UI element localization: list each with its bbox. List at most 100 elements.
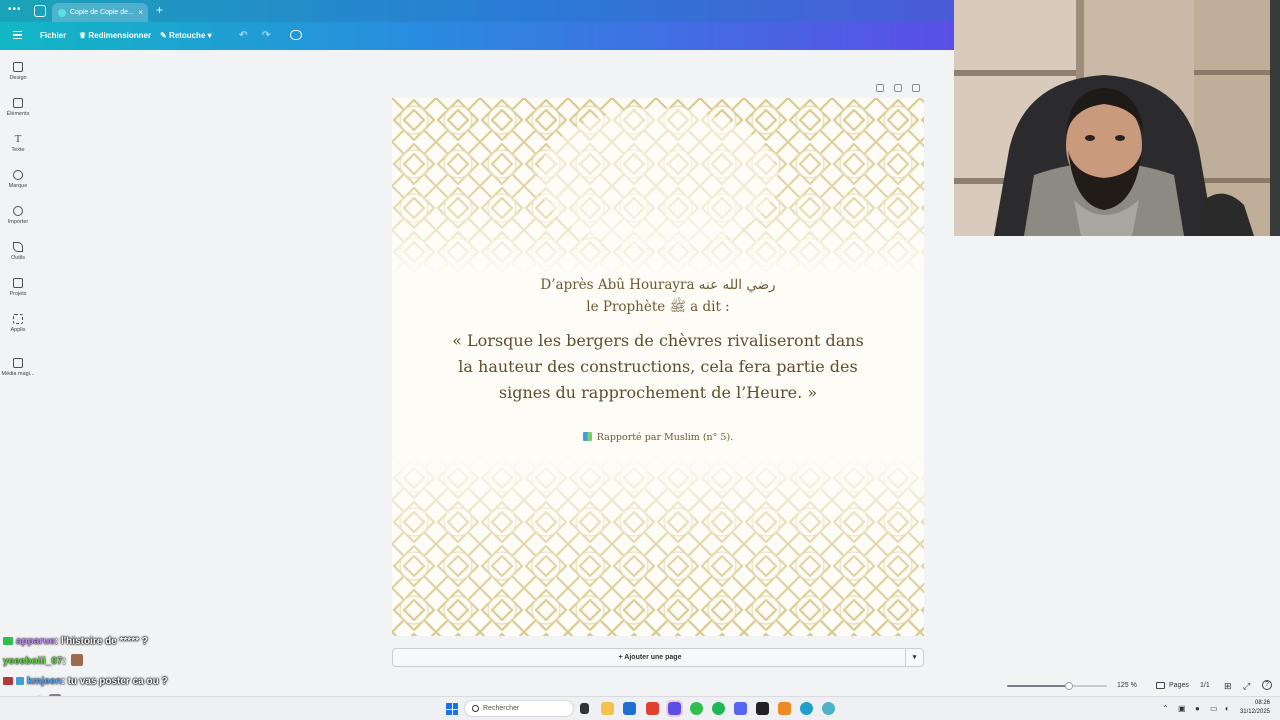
sidebar-item-magic-media[interactable]: Média magi...: [0, 358, 36, 388]
tray-expand-icon[interactable]: ⌃: [1162, 704, 1169, 713]
sidebar-item-label: Design: [9, 75, 27, 81]
browser-tab-strip: ••• Copie de Copie de... × +: [0, 0, 954, 22]
apps-icon: [13, 314, 23, 324]
chevron-down-icon[interactable]: ▾: [905, 649, 923, 666]
pen-icon: [13, 242, 23, 252]
book-icon: [582, 432, 592, 441]
sidebar-item-tools[interactable]: Outils: [0, 242, 36, 272]
taskbar-search[interactable]: Rechercher: [464, 700, 574, 717]
left-sidebar: Design Éléments T Texte Marque Importer …: [0, 50, 36, 700]
sidebar-item-label: Éléments: [6, 111, 30, 117]
store-icon[interactable]: [623, 702, 636, 715]
brand-icon: [13, 170, 23, 180]
webcam-feed: [954, 0, 1280, 236]
emote-icon: [70, 654, 83, 666]
windows-taskbar: Rechercher ⌃ ▣ ● ▭ ◖ 08:26 31/12/2025: [0, 696, 1280, 720]
cloud-save-icon[interactable]: [290, 30, 302, 40]
resize-button[interactable]: ♛ Redimensionner: [79, 31, 151, 40]
obs-icon[interactable]: [756, 702, 769, 715]
network-icon[interactable]: ▭: [1210, 704, 1218, 713]
clock-date: 31/12/2025: [1239, 709, 1270, 715]
shapes-icon: [13, 98, 23, 108]
upload-icon: [13, 206, 23, 216]
file-explorer-icon[interactable]: [601, 702, 614, 715]
sidebar-item-label: Projets: [9, 291, 27, 297]
home-icon[interactable]: [34, 5, 46, 17]
start-button[interactable]: [446, 703, 458, 715]
pages-icon: [1156, 682, 1165, 689]
chat-badge-icon: [16, 676, 24, 685]
resize-label: Redimensionner: [88, 31, 152, 40]
design-page[interactable]: D’après Abû Hourayra رضي الله عنه le Pro…: [392, 98, 924, 636]
undo-button[interactable]: ↶: [239, 30, 247, 41]
retouch-button[interactable]: ✎ Retouche ▾: [160, 31, 212, 40]
folder-icon: [13, 278, 23, 288]
browser-tab[interactable]: Copie de Copie de... ×: [52, 3, 148, 22]
hadith-quote: « Lorsque les bergers de chèvres rivalis…: [452, 331, 864, 402]
page-count: 1/1: [1200, 682, 1210, 689]
browser-tab-title: Copie de Copie de...: [70, 9, 134, 16]
help-icon[interactable]: ?: [1262, 680, 1272, 690]
new-tab-button[interactable]: +: [156, 3, 163, 17]
browser-menu-icon[interactable]: •••: [8, 4, 22, 15]
source-text: Rapporté par Muslim (n° 5).: [596, 432, 734, 443]
pages-button[interactable]: Pages: [1169, 682, 1189, 689]
discord-icon[interactable]: [734, 702, 747, 715]
sidebar-item-label: Marque: [8, 183, 28, 189]
arabesque-pattern-bottom: [392, 456, 924, 636]
zoom-level[interactable]: 125 %: [1117, 682, 1137, 689]
sidebar-item-label: Applis: [10, 327, 26, 333]
narration-line: D’après Abû Hourayra رضي الله عنه: [540, 277, 776, 293]
task-view-icon[interactable]: [580, 703, 589, 714]
chevron-down-icon: ▾: [207, 31, 212, 40]
chat-username: apparue: [16, 636, 55, 647]
tray-app-icon[interactable]: ▣: [1178, 704, 1186, 713]
chat-username: kmjeen: [27, 676, 62, 687]
chat-message: kmjeen: tu vas poster ca ou ?: [3, 674, 303, 694]
zoom-slider[interactable]: [1007, 682, 1107, 690]
browser-active-icon[interactable]: [666, 700, 683, 717]
chat-separator: :: [62, 656, 69, 667]
add-page-button[interactable]: + Ajouter une page ▾: [392, 648, 924, 667]
arabesque-pattern-top: [392, 98, 924, 276]
chat-text: l'histoire de ***** ?: [61, 636, 148, 647]
hadith-text-block[interactable]: D’après Abû Hourayra رضي الله عنه le Pro…: [392, 274, 924, 406]
file-menu-button[interactable]: Fichier: [40, 31, 66, 40]
edge-icon[interactable]: [800, 702, 813, 715]
sidebar-item-apps[interactable]: Applis: [0, 314, 36, 344]
lock-icon[interactable]: [876, 84, 884, 92]
zoom-slider-handle[interactable]: [1065, 682, 1073, 690]
redo-button[interactable]: ↷: [262, 30, 270, 41]
volume-icon[interactable]: ◖: [1224, 704, 1229, 713]
sidebar-item-upload[interactable]: Importer: [0, 206, 36, 236]
sidebar-item-text[interactable]: T Texte: [0, 134, 36, 164]
chat-text: tu vas poster ca ou ?: [67, 676, 168, 687]
grid-view-icon[interactable]: ⊞: [1224, 681, 1232, 692]
spotify-icon[interactable]: [712, 702, 725, 715]
app-icon[interactable]: [778, 702, 791, 715]
duplicate-icon[interactable]: [894, 84, 902, 92]
narration-line: le Prophète ﷺ a dit :: [586, 299, 730, 315]
chat-badge-icon: [3, 676, 13, 685]
sidebar-item-design[interactable]: Design: [0, 62, 36, 92]
share-icon[interactable]: [912, 84, 920, 92]
zoom-slider-fill: [1007, 685, 1069, 687]
mic-icon[interactable]: ●: [1195, 704, 1200, 713]
clock[interactable]: 08:26 31/12/2025: [1240, 699, 1270, 717]
clock-time: 08:26: [1254, 700, 1270, 706]
chat-username: yeeeboiii_07: [3, 656, 63, 667]
fullscreen-icon[interactable]: ⤢: [1243, 681, 1250, 692]
whatsapp-icon[interactable]: [690, 702, 703, 715]
sidebar-item-projects[interactable]: Projets: [0, 278, 36, 308]
sidebar-item-elements[interactable]: Éléments: [0, 98, 36, 128]
close-tab-icon[interactable]: ×: [138, 8, 143, 17]
app-icon[interactable]: [822, 702, 835, 715]
sidebar-item-label: Média magi...: [1, 371, 35, 377]
retouch-label: Retouche: [168, 31, 206, 40]
search-icon: [472, 705, 479, 712]
pencil-icon: ✎: [160, 31, 169, 40]
chat-message: yeeeboiii_07:: [3, 654, 303, 674]
sidebar-item-brand[interactable]: Marque: [0, 170, 36, 200]
menu-icon[interactable]: [13, 31, 22, 39]
brave-icon[interactable]: [646, 702, 659, 715]
